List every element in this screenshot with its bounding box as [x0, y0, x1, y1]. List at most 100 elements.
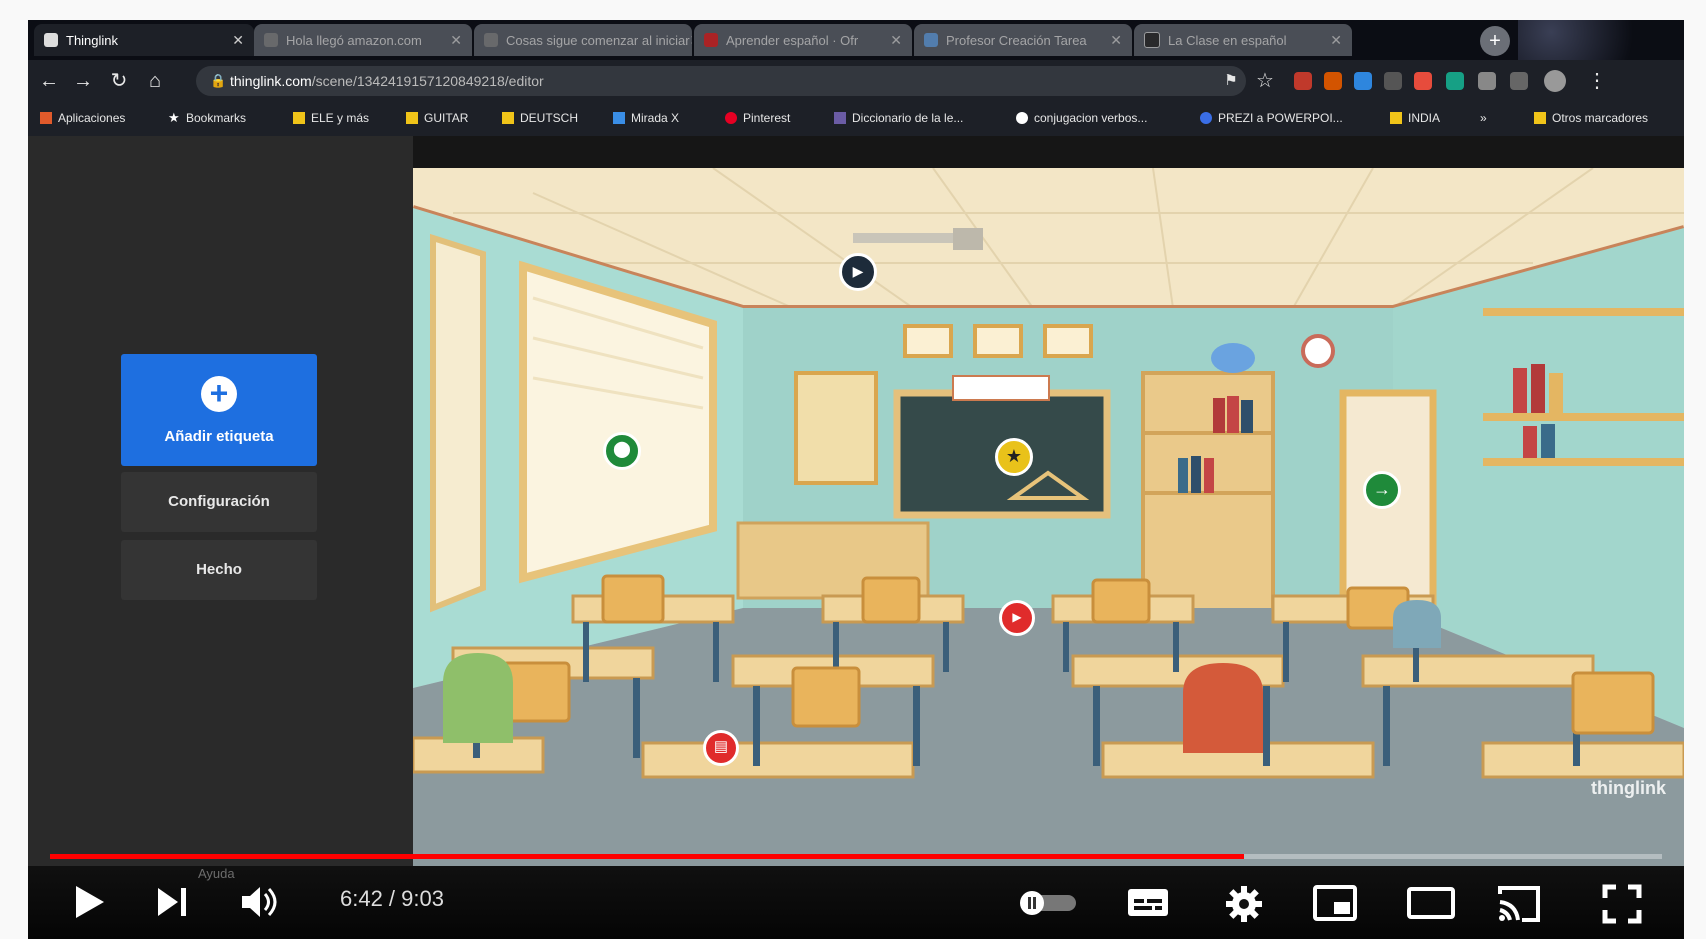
book-hotspot[interactable]: ▤: [703, 730, 739, 766]
bookmark-item[interactable]: GUITAR: [406, 111, 468, 125]
youtube-hotspot[interactable]: ▶: [999, 600, 1035, 636]
thinglink-editor: + Añadir etiqueta Configuración Hecho ▶ …: [28, 136, 1684, 876]
extension-icon[interactable]: [1384, 72, 1402, 90]
bookmark-item[interactable]: DEUTSCH: [502, 111, 578, 125]
back-icon[interactable]: ←: [36, 68, 62, 94]
translate-icon[interactable]: ⚑: [1218, 68, 1244, 94]
prezi-icon: [1200, 112, 1212, 124]
extension-icon[interactable]: [1294, 72, 1312, 90]
classroom-scene-image[interactable]: ▶ ⬤ ★ → ▶ ▤ thinglink: [413, 168, 1684, 876]
lock-icon: 🔒: [210, 73, 227, 88]
browser-tab-bar: Thinglink ✕ Hola llegó amazon.com ✕ Cosa…: [28, 20, 1684, 60]
bookmark-item[interactable]: INDIA: [1390, 111, 1440, 125]
page-favicon-icon: [264, 33, 278, 47]
cast-icon[interactable]: [1496, 884, 1542, 924]
add-tag-label: Añadir etiqueta: [164, 428, 274, 445]
theme-background: [1518, 20, 1684, 60]
star-hotspot[interactable]: ★: [995, 438, 1033, 476]
page-favicon-icon: [924, 33, 938, 47]
bookmark-item[interactable]: Mirada X: [613, 111, 679, 125]
settings-button[interactable]: Configuración: [121, 472, 317, 532]
editor-top-strip: [413, 136, 1684, 168]
editor-side-panel: + Añadir etiqueta Configuración Hecho: [28, 136, 413, 876]
close-tab-icon[interactable]: ✕: [450, 32, 462, 49]
extension-icon[interactable]: [1324, 72, 1342, 90]
folder-icon: [293, 112, 305, 124]
forward-icon[interactable]: →: [70, 68, 96, 94]
youtube-icon: ▶: [1012, 610, 1022, 624]
browser-menu-icon[interactable]: ⋮: [1584, 68, 1610, 94]
close-tab-icon[interactable]: ✕: [1330, 32, 1342, 49]
media-control-icon[interactable]: [1510, 72, 1528, 90]
close-tab-icon[interactable]: ✕: [890, 32, 902, 49]
subtitles-icon[interactable]: [1126, 884, 1170, 920]
bookmark-label: Aplicaciones: [58, 111, 126, 125]
tab-item[interactable]: Profesor Creación Tarea ✕: [914, 24, 1132, 56]
tab-title: La Clase en español: [1168, 32, 1287, 48]
bookmark-item[interactable]: Diccionario de la le...: [834, 111, 963, 125]
star-icon: ★: [168, 110, 180, 125]
done-button[interactable]: Hecho: [121, 540, 317, 600]
pinterest-icon: [725, 112, 737, 124]
add-tag-button[interactable]: + Añadir etiqueta: [121, 354, 317, 466]
bookmark-star-icon[interactable]: ☆: [1252, 68, 1278, 94]
home-icon[interactable]: ⌂: [142, 68, 168, 94]
bookmark-item[interactable]: conjugacion verbos...: [1016, 111, 1147, 125]
close-tab-icon[interactable]: ✕: [1110, 32, 1122, 49]
extension-icon[interactable]: [1414, 72, 1432, 90]
fullscreen-icon[interactable]: [1602, 884, 1642, 924]
bookmark-label: Bookmarks: [186, 111, 247, 125]
dictionary-icon: [834, 112, 846, 124]
bookmark-label: Diccionario de la le...: [852, 111, 964, 125]
page-favicon-icon: [1144, 32, 1160, 48]
folder-icon: [406, 112, 418, 124]
folder-icon: [502, 112, 514, 124]
youtube-favicon-icon: [704, 33, 718, 47]
tab-title: Aprender español · Ofr: [726, 32, 859, 48]
extensions-puzzle-icon[interactable]: [1478, 72, 1496, 90]
bookmark-label: PREZI a POWERPOI...: [1218, 111, 1343, 125]
address-bar[interactable]: 🔒 thinglink.com/scene/134241915712084921…: [196, 66, 1246, 96]
extension-icon[interactable]: [1354, 72, 1372, 90]
extension-icon[interactable]: [1446, 72, 1464, 90]
autoplay-toggle[interactable]: [1016, 890, 1080, 916]
play-icon[interactable]: [72, 884, 106, 920]
folder-icon: [1534, 112, 1546, 124]
url-path: /scene/1342419157120849218/editor: [311, 73, 544, 89]
chart-icon: [613, 112, 625, 124]
bookmark-item[interactable]: Otros marcadores: [1534, 111, 1648, 125]
new-tab-button[interactable]: +: [1480, 26, 1510, 56]
video-player[interactable]: Thinglink ✕ Hola llegó amazon.com ✕ Cosa…: [28, 20, 1684, 939]
tab-thinglink[interactable]: Thinglink ✕: [34, 24, 254, 56]
theater-mode-icon[interactable]: [1406, 884, 1456, 922]
profile-avatar[interactable]: [1544, 70, 1566, 92]
bookmark-item[interactable]: PREZI a POWERPOI...: [1200, 111, 1343, 125]
close-tab-icon[interactable]: ✕: [232, 32, 244, 49]
bookmark-item[interactable]: ELE y más: [293, 111, 369, 125]
tab-item[interactable]: Cosas sigue comenzar al iniciar ✕: [474, 24, 692, 56]
more-bookmarks-button[interactable]: »: [1480, 111, 1487, 125]
bookmark-item[interactable]: ★ Bookmarks: [168, 111, 246, 125]
arrow-hotspot[interactable]: →: [1363, 471, 1401, 509]
video-hotspot[interactable]: ▶: [839, 253, 877, 291]
plus-circle-icon: +: [201, 376, 237, 412]
bookmark-item[interactable]: Aplicaciones: [40, 111, 125, 125]
reload-icon[interactable]: ↻: [106, 68, 132, 94]
next-icon[interactable]: [154, 884, 190, 920]
volume-icon[interactable]: [240, 884, 280, 920]
star-icon: ★: [1005, 446, 1023, 466]
bookmarks-bar: Aplicaciones ★ Bookmarks ELE y más GUITAR…: [28, 102, 1684, 136]
tab-item[interactable]: La Clase en español ✕: [1134, 24, 1352, 56]
close-tab-icon[interactable]: ✕: [690, 32, 692, 49]
bookmark-label: Mirada X: [631, 111, 680, 125]
tab-item[interactable]: Aprender español · Ofr ✕: [694, 24, 912, 56]
folder-icon: [1390, 112, 1402, 124]
bookmark-item[interactable]: Pinterest: [725, 111, 790, 125]
settings-icon[interactable]: [1224, 884, 1264, 924]
globe-icon: [1016, 112, 1028, 124]
tab-item[interactable]: Hola llegó amazon.com ✕: [254, 24, 472, 56]
progress-bar[interactable]: [50, 854, 1662, 859]
apps-grid-icon: [40, 112, 52, 124]
miniplayer-icon[interactable]: [1312, 884, 1358, 922]
location-hotspot[interactable]: ⬤: [603, 432, 641, 470]
